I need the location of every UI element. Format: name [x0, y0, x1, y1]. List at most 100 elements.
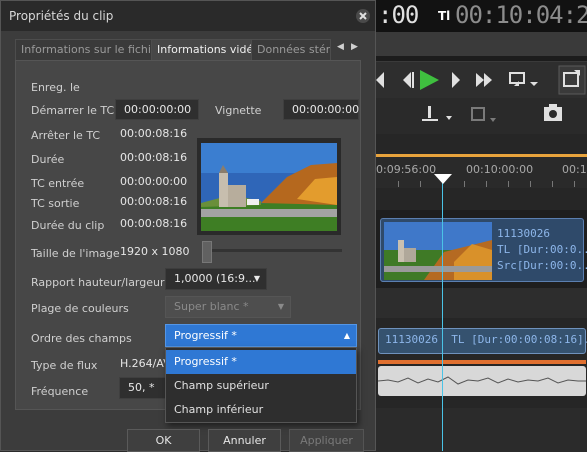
color-range-label: Plage de couleurs: [31, 302, 129, 315]
audio-level-line[interactable]: [378, 360, 586, 364]
tab-stereo-data[interactable]: Données stéréo: [251, 39, 331, 61]
timeline-bottom: [376, 408, 587, 451]
aspect-ratio-label: Rapport hauteur/largeur: [31, 276, 165, 289]
field-order-dropdown[interactable]: Progressif * ▲: [165, 324, 357, 347]
ruler-tick: [552, 181, 553, 187]
timecode-display: 00:10:04:24: [455, 1, 587, 29]
thumbnail-label: Vignette: [215, 104, 262, 117]
tab-scroll-arrows: ◀ ▶: [331, 39, 365, 59]
tab-video-info[interactable]: Informations vidéo: [151, 39, 252, 61]
ruler-tick: [530, 181, 531, 187]
audio-waveform: [377, 366, 586, 396]
timecode-left: :00: [378, 1, 419, 29]
tc-out-label: TC sortie: [31, 197, 80, 210]
clip-properties-dialog: Propriétés du clip Informations sur le f…: [0, 0, 376, 452]
marker-icon[interactable]: [422, 106, 452, 121]
ruler-tick: [420, 181, 421, 187]
chevron-down-icon: ▼: [253, 274, 260, 283]
export-icon[interactable]: [558, 65, 586, 95]
split-icon[interactable]: [471, 107, 496, 122]
step-forward-icon[interactable]: [452, 72, 460, 88]
chevron-down-icon: ▼: [277, 302, 284, 311]
ruler-tick: [508, 181, 509, 187]
audio-clip[interactable]: 11130026 TL [Dur:00:00:08:16]...: [378, 328, 587, 354]
apply-button[interactable]: Appliquer: [289, 429, 364, 452]
timeline-ruler[interactable]: 0:09:56:00 00:10:00:00 00:10: [376, 154, 587, 188]
chevron-up-icon: ▲: [343, 331, 350, 340]
dialog-title: Propriétés du clip: [9, 9, 114, 23]
ruler-label-3: 00:10: [562, 163, 587, 176]
video-clip-tl: TL [Dur:00:0...: [497, 243, 587, 256]
option-progressive[interactable]: Progressif *: [166, 350, 356, 374]
transport-bar: [376, 62, 587, 98]
playhead[interactable]: [442, 174, 443, 451]
stream-type-label: Type de flux: [31, 359, 98, 372]
title-bar[interactable]: Propriétés du clip: [1, 1, 375, 31]
video-clip-src: Src[Dur:00:0...: [497, 259, 587, 272]
tools-bar: [376, 98, 587, 134]
color-range-dropdown: Super blanc * ▼: [165, 296, 291, 318]
audio-clip-detail: TL [Dur:00:00:08:16]: [451, 333, 584, 346]
preview-image: [201, 143, 337, 231]
frame-size-label: Taille de l'image: [31, 247, 120, 260]
ruler-label-1: 0:09:56:00: [376, 163, 437, 176]
tab-scroll-left-icon[interactable]: ◀: [337, 42, 344, 52]
duration-value: 00:00:08:16: [120, 151, 188, 164]
tc-in-label: TC entrée: [31, 177, 85, 190]
seek-bar[interactable]: [376, 56, 587, 61]
start-tc-label: Démarrer le TC: [31, 104, 115, 117]
playhead-handle[interactable]: [434, 174, 452, 184]
video-preview: [197, 138, 341, 235]
clip-duration-label: Durée du clip: [31, 219, 105, 232]
option-lower-field[interactable]: Champ inférieur: [166, 398, 356, 422]
tc-in-value: 00:00:00:00: [120, 175, 188, 188]
stop-tc-value: 00:00:08:16: [120, 127, 188, 140]
audio-clip-label: 11130026 TL [Dur:00:00:08:16]...: [385, 333, 587, 346]
play-icon[interactable]: [420, 70, 439, 90]
preview-slider-track[interactable]: [204, 249, 342, 252]
field-order-value: Progressif *: [174, 329, 237, 342]
ruler-label-2: 00:10:00:00: [466, 163, 534, 176]
camera-icon[interactable]: [544, 104, 562, 121]
field-order-label: Ordre des champs: [31, 332, 132, 345]
clip-thumbnail: [384, 222, 492, 280]
timecode-tl-label: Tl: [438, 9, 451, 23]
tab-scroll-right-icon[interactable]: ▶: [351, 42, 358, 52]
thumbnail-tc-field[interactable]: 00:00:00:00: [283, 99, 359, 120]
loop-dropdown-icon[interactable]: [509, 72, 538, 86]
ruler-tick: [398, 181, 399, 187]
video-clip[interactable]: 11130026 TL [Dur:00:0... Src[Dur:00:0...: [380, 218, 587, 282]
clip-duration-value: 00:00:08:16: [120, 217, 188, 230]
start-tc-field[interactable]: 00:00:00:00: [115, 99, 199, 120]
ruler-tick: [464, 181, 465, 187]
tool-icons: [422, 104, 562, 122]
enreg-le-label: Enreg. le: [31, 81, 80, 94]
aspect-ratio-value: 1,0000 (16:9...: [174, 272, 256, 285]
frame-size-value: 1920 x 1080: [120, 245, 190, 258]
empty-track: [376, 288, 587, 318]
frequency-field[interactable]: 50, *: [119, 377, 171, 399]
close-icon[interactable]: [355, 8, 371, 24]
frequency-label: Fréquence: [31, 385, 89, 398]
ruler-tick: [486, 181, 487, 187]
fast-forward-icon[interactable]: [476, 73, 492, 87]
tc-out-value: 00:00:08:16: [120, 195, 188, 208]
transport-controls: [376, 65, 586, 95]
preview-slider-thumb[interactable]: [202, 241, 212, 263]
video-clip-name: 11130026: [497, 227, 550, 240]
prev-icon[interactable]: [376, 72, 384, 88]
duration-label: Durée: [31, 153, 65, 166]
stream-type-value: H.264/AV: [120, 357, 171, 370]
ok-button[interactable]: OK: [127, 429, 200, 452]
field-order-options: Progressif * Champ supérieur Champ infér…: [165, 347, 357, 423]
stop-tc-label: Arrêter le TC: [31, 129, 101, 142]
option-upper-field[interactable]: Champ supérieur: [166, 374, 356, 398]
color-range-value: Super blanc *: [174, 300, 249, 313]
audio-clip-name: 11130026: [385, 333, 438, 346]
cancel-button[interactable]: Annuler: [208, 429, 281, 452]
tab-strip: Informations sur le fichier Informations…: [15, 39, 361, 61]
aspect-ratio-dropdown[interactable]: 1,0000 (16:9... ▼: [165, 268, 267, 290]
ruler-tick: [574, 181, 575, 187]
step-back-icon[interactable]: [403, 72, 414, 88]
tab-file-info[interactable]: Informations sur le fichier: [15, 39, 152, 61]
